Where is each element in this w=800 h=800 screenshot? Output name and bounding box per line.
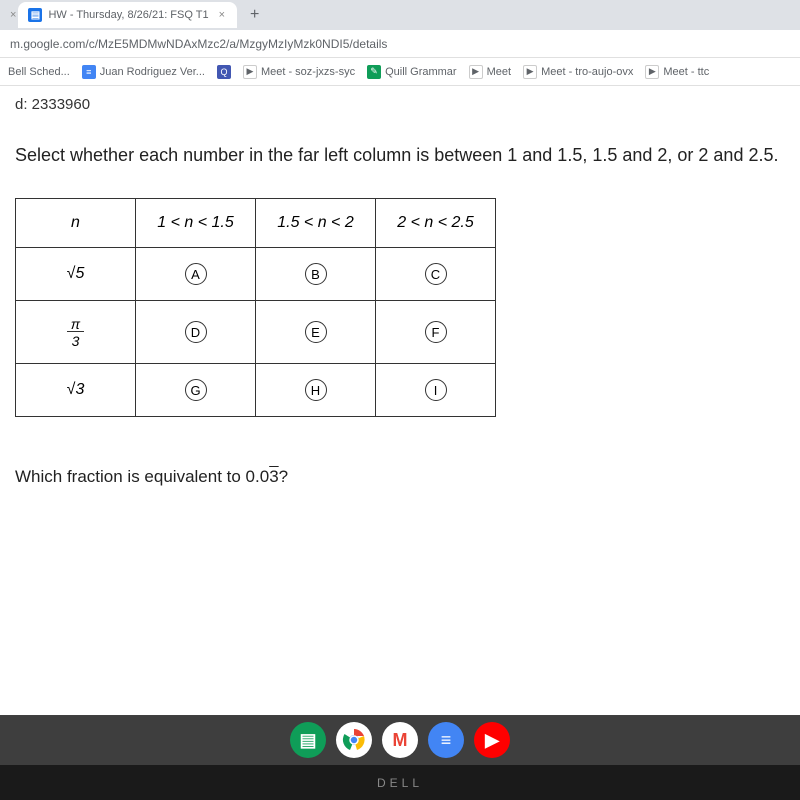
choice-b: B [305, 263, 327, 285]
header-n: n [16, 199, 136, 248]
table-header-row: n 1 < n < 1.5 1.5 < n < 2 2 < n < 2.5 [16, 199, 496, 248]
choice-d: D [185, 321, 207, 343]
app-green-icon[interactable]: ▤ [290, 722, 326, 758]
document-id: d: 2333960 [15, 96, 785, 113]
question-1-text: Select whether each number in the far le… [15, 143, 785, 168]
choice-f: F [425, 321, 447, 343]
cell[interactable]: F [376, 301, 496, 364]
cell[interactable]: H [256, 364, 376, 417]
gmail-icon[interactable]: M [382, 722, 418, 758]
bookmark-label: Meet - ttc [663, 66, 709, 78]
url-text: m.google.com/c/MzE5MDMwNDAxMzc2/a/MzgyMz… [10, 37, 387, 51]
meet-icon: ▶ [523, 65, 537, 79]
answer-table: n 1 < n < 1.5 1.5 < n < 2 2 < n < 2.5 5 … [15, 198, 496, 417]
row-label-sqrt3: 3 [16, 364, 136, 417]
bookmark-quizlet[interactable]: Q [217, 65, 231, 79]
bookmark-bell-sched[interactable]: Bell Sched... [8, 66, 70, 78]
address-bar[interactable]: m.google.com/c/MzE5MDMwNDAxMzc2/a/MzgyMz… [0, 30, 800, 58]
bookmark-meet-tro[interactable]: ▶ Meet - tro-aujo-ovx [523, 65, 633, 79]
dell-logo: DELL [377, 776, 423, 790]
choice-a: A [185, 263, 207, 285]
choice-e: E [305, 321, 327, 343]
bookmark-label: Bell Sched... [8, 66, 70, 78]
laptop-bezel: DELL [0, 765, 800, 800]
bookmark-label: Juan Rodriguez Ver... [100, 66, 205, 78]
row-label-pi-over-3: π 3 [16, 301, 136, 364]
meet-icon: ▶ [645, 65, 659, 79]
browser-tab[interactable]: ▤ HW - Thursday, 8/26/21: FSQ T1 × [18, 2, 237, 28]
choice-c: C [425, 263, 447, 285]
table-row: 5 A B C [16, 248, 496, 301]
chrome-svg [342, 728, 366, 752]
bookmark-label: Meet [487, 66, 511, 78]
tab-title: HW - Thursday, 8/26/21: FSQ T1 [48, 9, 208, 21]
cell[interactable]: D [136, 301, 256, 364]
cell[interactable]: C [376, 248, 496, 301]
choice-g: G [185, 379, 207, 401]
shelf: ▤ M ≡ ▶ [0, 715, 800, 765]
cell[interactable]: A [136, 248, 256, 301]
new-tab-button[interactable]: + [250, 6, 259, 24]
browser-tab-bar: × ▤ HW - Thursday, 8/26/21: FSQ T1 × + [0, 0, 800, 30]
quill-icon: ✎ [367, 65, 381, 79]
choice-i: I [425, 379, 447, 401]
bookmarks-bar: Bell Sched... ≡ Juan Rodriguez Ver... Q … [0, 58, 800, 86]
docs-app-icon[interactable]: ≡ [428, 722, 464, 758]
header-range-1: 1 < n < 1.5 [136, 199, 256, 248]
meet-icon: ▶ [243, 65, 257, 79]
docs-icon: ≡ [82, 65, 96, 79]
cell[interactable]: I [376, 364, 496, 417]
fraction: π 3 [67, 317, 84, 348]
meet-icon: ▶ [469, 65, 483, 79]
bookmark-meet-soz[interactable]: ▶ Meet - soz-jxzs-syc [243, 65, 355, 79]
bookmark-quill[interactable]: ✎ Quill Grammar [367, 65, 457, 79]
bookmark-label: Meet - tro-aujo-ovx [541, 66, 633, 78]
cell[interactable]: B [256, 248, 376, 301]
table-row: 3 G H I [16, 364, 496, 417]
repeating-digit: 3 [269, 467, 278, 486]
row-label-sqrt5: 5 [16, 248, 136, 301]
bookmark-label: Quill Grammar [385, 66, 457, 78]
classroom-icon: ▤ [28, 8, 42, 22]
cell[interactable]: E [256, 301, 376, 364]
header-range-2: 1.5 < n < 2 [256, 199, 376, 248]
youtube-icon[interactable]: ▶ [474, 722, 510, 758]
choice-h: H [305, 379, 327, 401]
table-row: π 3 D E F [16, 301, 496, 364]
prev-tab-close[interactable]: × [10, 9, 16, 21]
quizlet-icon: Q [217, 65, 231, 79]
document-content: d: 2333960 Select whether each number in… [0, 86, 800, 716]
bookmark-meet-ttc[interactable]: ▶ Meet - ttc [645, 65, 709, 79]
bookmark-label: Meet - soz-jxzs-syc [261, 66, 355, 78]
cell[interactable]: G [136, 364, 256, 417]
tab-close-icon[interactable]: × [219, 9, 225, 21]
bookmark-meet[interactable]: ▶ Meet [469, 65, 511, 79]
header-range-3: 2 < n < 2.5 [376, 199, 496, 248]
chrome-icon[interactable] [336, 722, 372, 758]
bookmark-juan-rodriguez[interactable]: ≡ Juan Rodriguez Ver... [82, 65, 205, 79]
question-2-text: Which fraction is equivalent to 0.03? [15, 467, 785, 487]
